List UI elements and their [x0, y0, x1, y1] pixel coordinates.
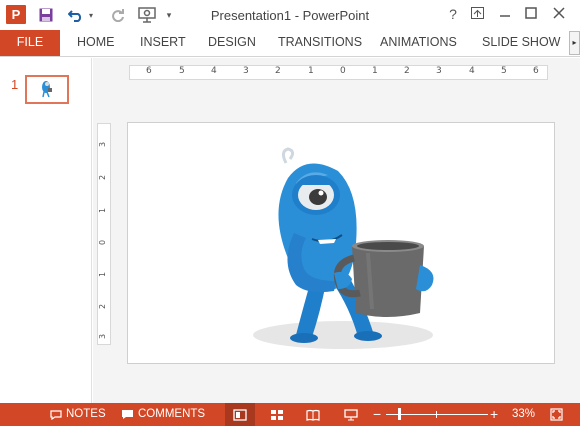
customize-qat-icon[interactable]: ▾ — [162, 6, 176, 24]
zoom-level[interactable]: 33% — [512, 403, 535, 426]
ruler-tick: 1 — [372, 66, 378, 76]
ruler-tick: 2 — [98, 174, 108, 181]
ruler-tick: 2 — [275, 66, 281, 76]
undo-icon[interactable] — [66, 6, 86, 24]
ruler-tick: 3 — [98, 141, 108, 148]
notes-button[interactable]: NOTES — [50, 403, 106, 426]
notes-icon — [50, 409, 62, 420]
slide-canvas[interactable] — [127, 122, 555, 364]
zoom-slider-thumb[interactable] — [398, 408, 401, 420]
normal-view-icon — [233, 408, 247, 421]
reading-view-button[interactable] — [298, 403, 328, 426]
zoom-in-button[interactable]: + — [490, 403, 498, 426]
tab-insert[interactable]: INSERT — [140, 30, 186, 56]
comments-label: COMMENTS — [138, 408, 206, 420]
redo-icon[interactable] — [108, 6, 128, 24]
tab-animations[interactable]: ANIMATIONS — [380, 30, 457, 56]
ruler-tick: 6 — [533, 66, 539, 76]
zoom-out-button[interactable]: − — [373, 403, 381, 426]
ruler-tick: 5 — [179, 66, 185, 76]
ribbon-display-icon[interactable] — [466, 4, 488, 24]
ruler-tick: 1 — [308, 66, 314, 76]
ruler-tick: 2 — [404, 66, 410, 76]
comments-icon — [122, 410, 133, 419]
tab-design[interactable]: DESIGN — [208, 30, 256, 56]
restore-icon[interactable] — [520, 4, 542, 24]
ruler-tick: 4 — [211, 66, 217, 76]
ribbon-tab-bar: FILE HOME INSERT DESIGN TRANSITIONS ANIM… — [0, 30, 580, 57]
ruler-tick: 3 — [436, 66, 442, 76]
zoom-slider-center-mark — [436, 411, 437, 418]
slide-editing-area: 6 5 4 3 2 1 0 1 2 3 4 5 6 3 2 1 0 1 2 3 — [93, 58, 580, 403]
minimize-icon[interactable] — [494, 4, 516, 24]
zoom-slider-track[interactable] — [386, 414, 488, 415]
ribbon-scroll-right-icon[interactable]: ▸ — [569, 31, 580, 55]
window-title: Presentation1 - PowerPoint — [210, 8, 370, 23]
slide-sorter-icon — [271, 409, 283, 420]
slide-show-icon — [344, 408, 358, 420]
ruler-tick: 3 — [243, 66, 249, 76]
notes-label: NOTES — [66, 408, 106, 420]
thumbnail-number: 1 — [11, 77, 19, 92]
thumbnail-character-icon — [42, 81, 52, 98]
ruler-tick: 4 — [469, 66, 475, 76]
ruler-tick: 5 — [501, 66, 507, 76]
cyclops-character-with-mug-image[interactable] — [128, 123, 554, 363]
ruler-tick: 0 — [340, 66, 346, 76]
undo-dropdown-icon[interactable]: ▾ — [86, 6, 96, 24]
powerpoint-logo-icon[interactable]: P — [6, 5, 26, 24]
vertical-ruler: 3 2 1 0 1 2 3 — [97, 123, 111, 345]
start-from-beginning-icon[interactable] — [136, 6, 158, 24]
slide-sorter-button[interactable] — [262, 403, 292, 426]
title-bar: P ▾ ▾ Presentation1 - PowerPoint ? — [0, 0, 580, 30]
tab-home[interactable]: HOME — [77, 30, 115, 56]
ruler-tick: 1 — [98, 207, 108, 214]
status-bar: NOTES COMMENTS − + 33% — [0, 403, 580, 426]
slide-thumbnail[interactable] — [25, 75, 69, 104]
reading-view-icon — [306, 409, 320, 421]
save-icon[interactable] — [36, 6, 56, 24]
fit-slide-icon — [549, 408, 563, 421]
slide-thumbnail-pane: 1 — [0, 58, 92, 403]
tab-slide-show[interactable]: SLIDE SHOW — [482, 30, 561, 56]
comments-button[interactable]: COMMENTS — [121, 403, 205, 426]
normal-view-button[interactable] — [225, 403, 255, 426]
fit-to-window-button[interactable] — [548, 403, 564, 426]
tab-transitions[interactable]: TRANSITIONS — [278, 30, 362, 56]
tab-file[interactable]: FILE — [0, 30, 60, 56]
slide-show-button[interactable] — [336, 403, 366, 426]
horizontal-ruler: 6 5 4 3 2 1 0 1 2 3 4 5 6 — [129, 65, 548, 80]
close-icon[interactable] — [548, 4, 570, 24]
ruler-tick: 1 — [98, 271, 108, 278]
ruler-tick: 3 — [98, 333, 108, 340]
ruler-tick: 2 — [98, 303, 108, 310]
ruler-tick: 0 — [98, 239, 108, 246]
help-icon[interactable]: ? — [442, 4, 464, 24]
ruler-tick: 6 — [146, 66, 152, 76]
